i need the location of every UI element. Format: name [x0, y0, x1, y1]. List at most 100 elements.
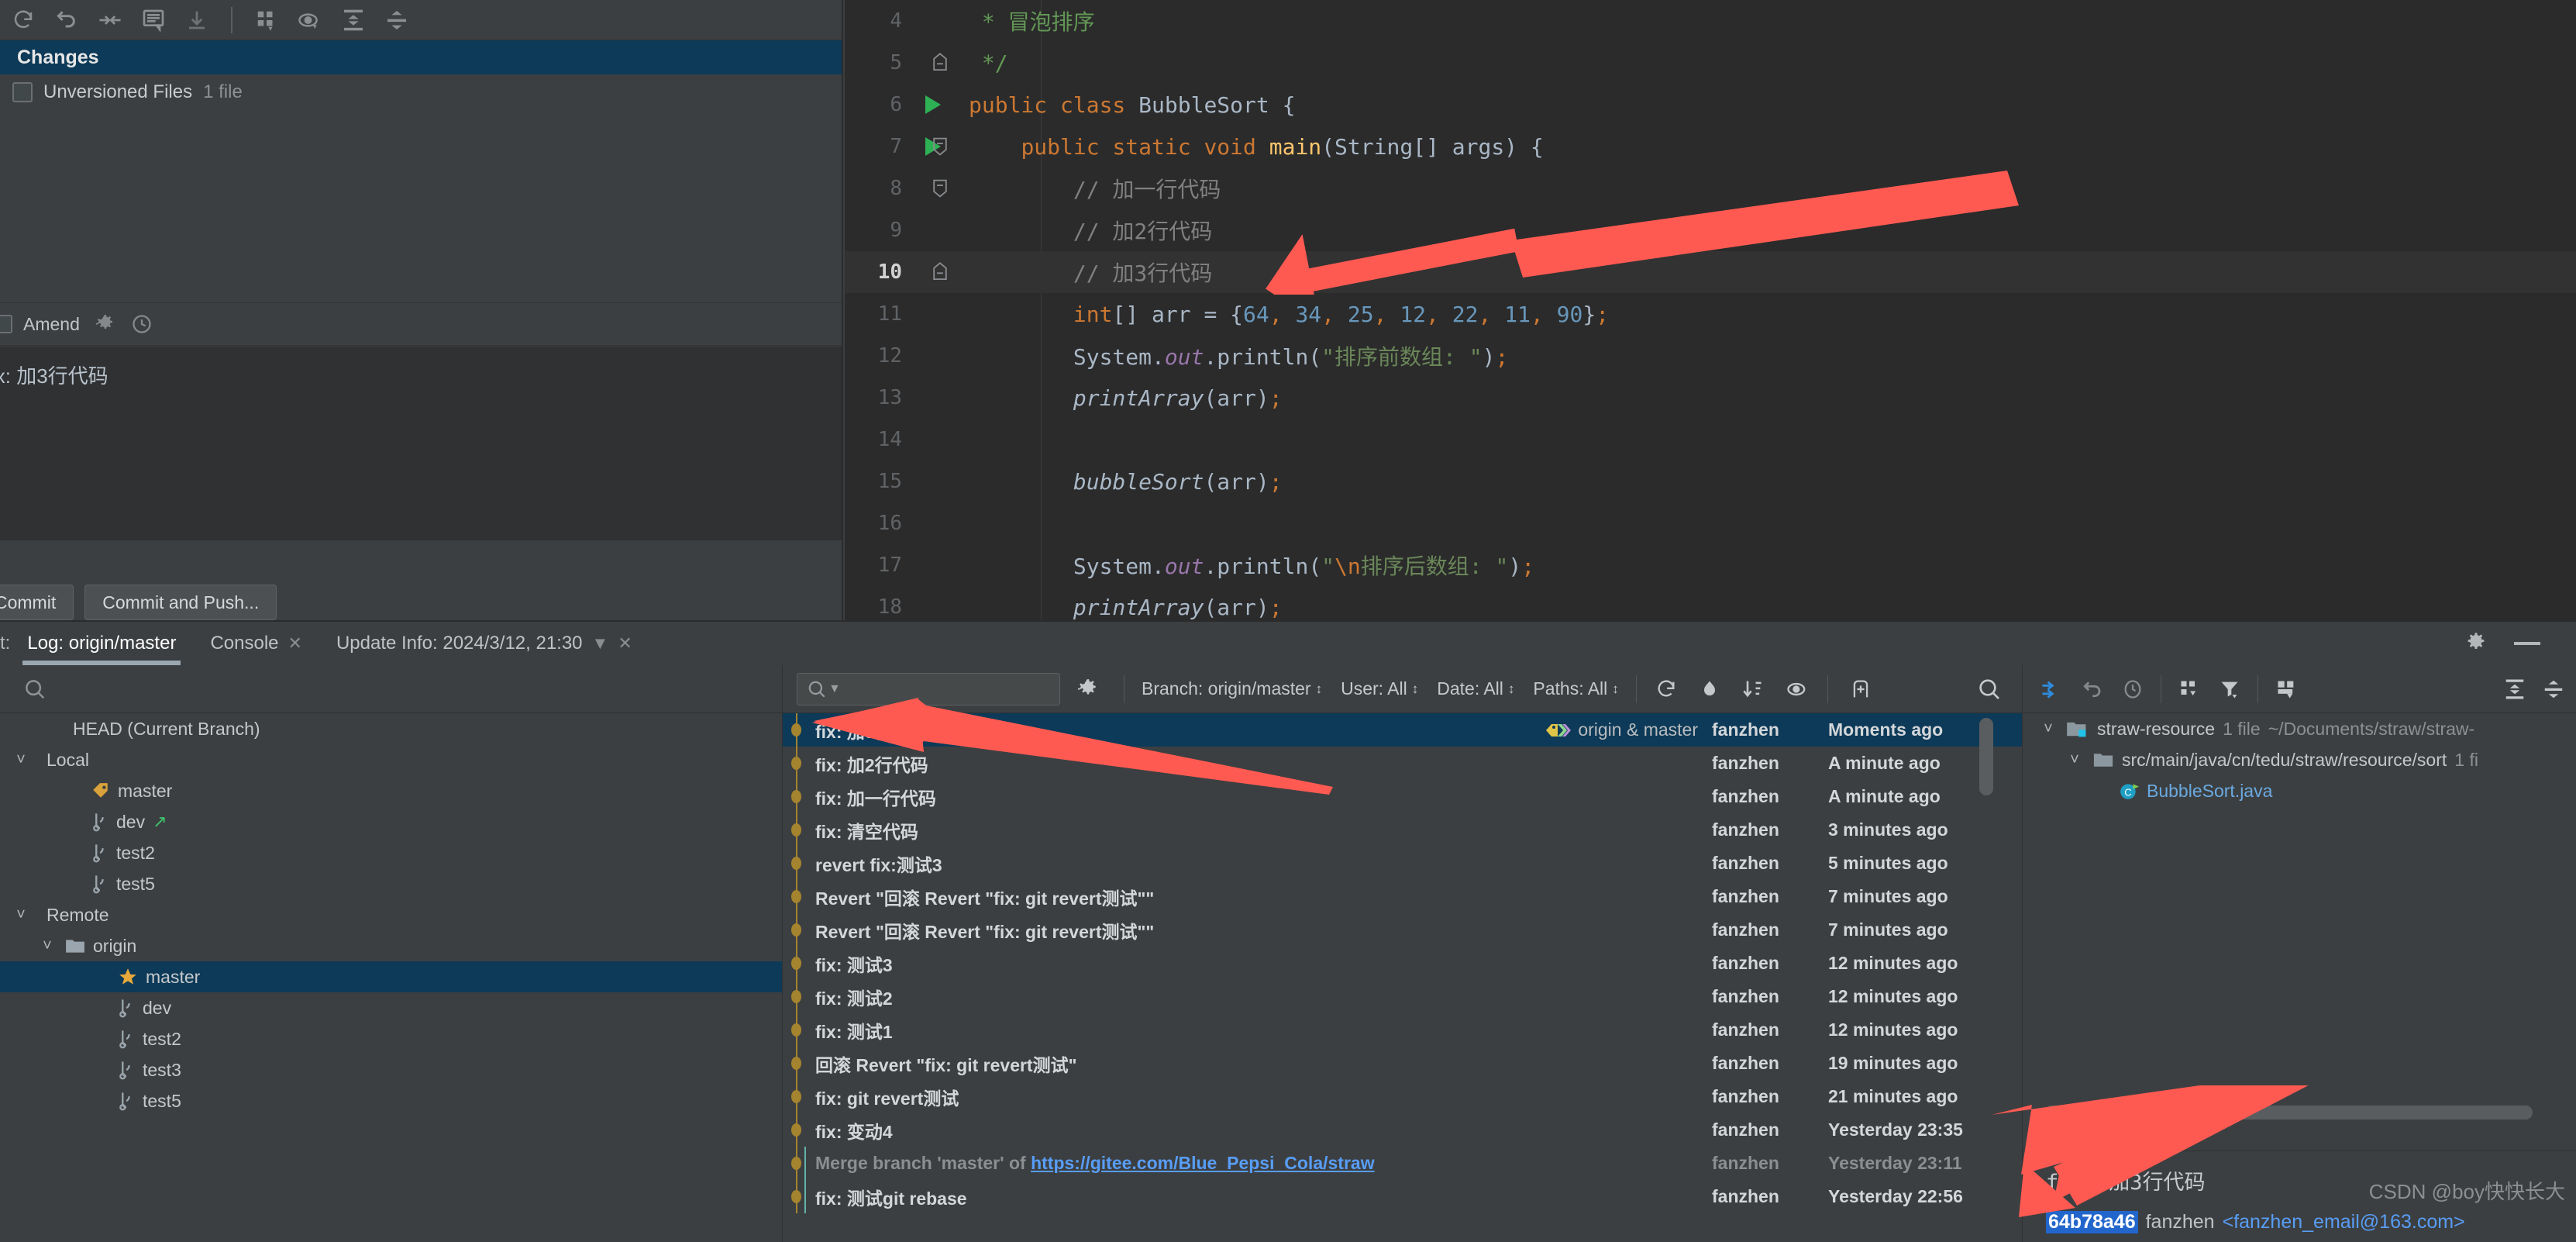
- chevron-down-icon[interactable]: ˅: [2065, 751, 2085, 769]
- commit-message-input[interactable]: ix: 加3行代码: [0, 347, 842, 540]
- branch-search[interactable]: [0, 665, 782, 713]
- history-icon[interactable]: [131, 313, 153, 335]
- close-icon[interactable]: ✕: [618, 633, 632, 654]
- unversioned-files-row[interactable]: Unversioned Files 1 file: [0, 74, 842, 110]
- fold-marker-icon[interactable]: [930, 178, 950, 198]
- expand-all-icon[interactable]: [2492, 678, 2537, 701]
- group-by-icon[interactable]: [245, 4, 288, 36]
- sort-icon[interactable]: [1731, 678, 1775, 700]
- expand-all-icon[interactable]: [332, 4, 375, 36]
- branch-tree-item[interactable]: test5: [0, 868, 782, 899]
- fold-marker-icon[interactable]: [930, 262, 950, 282]
- commit-row[interactable]: fix: 变动4 fanzhen Yesterday 23:35: [783, 1113, 2022, 1147]
- commit-row[interactable]: Revert "回滚 Revert "fix: git revert测试"" fa…: [783, 913, 2022, 947]
- changed-file-row[interactable]: ˅ straw-resource 1 file ~/Documents/straw/s…: [2023, 713, 2576, 744]
- collapse-all-icon[interactable]: [375, 4, 418, 36]
- commit-message-history-icon[interactable]: [132, 4, 175, 36]
- branch-tree-item[interactable]: dev ↗: [0, 806, 782, 837]
- chevron-down-icon[interactable]: ˅: [11, 906, 31, 924]
- branch-tree-item[interactable]: master: [0, 961, 782, 992]
- commit-row[interactable]: fix: 加3行代码 origin & master fanzhen Moments …: [783, 713, 2022, 747]
- refresh-icon[interactable]: [1644, 678, 1688, 700]
- editor-line[interactable]: 4 * 冒泡排序: [845, 0, 2576, 42]
- branch-tree-item[interactable]: test2: [0, 837, 782, 868]
- commit-row[interactable]: fix: 测试1 fanzhen 12 minutes ago: [783, 1013, 2022, 1047]
- commit-refs[interactable]: origin & master: [1545, 719, 1698, 740]
- amend-option[interactable]: Amend: [0, 314, 80, 335]
- commit-row[interactable]: fix: 加2行代码 fanzhen A minute ago: [783, 747, 2022, 780]
- show-diff-icon[interactable]: [88, 4, 132, 36]
- rollback-icon[interactable]: [45, 4, 88, 36]
- chevron-down-icon[interactable]: ˅: [11, 751, 31, 769]
- gear-icon[interactable]: [1077, 678, 1099, 700]
- editor-line[interactable]: 15 bubbleSort(arr);: [845, 461, 2576, 502]
- cherry-pick-icon[interactable]: [2030, 678, 2071, 700]
- filter-icon[interactable]: [2209, 678, 2250, 700]
- changed-file-row[interactable]: C BubbleSort.java: [2023, 775, 2576, 806]
- commit-row[interactable]: fix: 测试git rebase fanzhen Yesterday 22:56: [783, 1180, 2022, 1213]
- editor-line[interactable]: 17 System.out.println("\n排序后数组: ");: [845, 544, 2576, 586]
- editor-line[interactable]: 9 // 加2行代码: [845, 209, 2576, 251]
- editor-line[interactable]: 8 // 加一行代码: [845, 167, 2576, 209]
- revert-icon[interactable]: [2071, 678, 2113, 701]
- commit-row[interactable]: 回滚 Revert "fix: git revert测试" fanzhen 19 m…: [783, 1047, 2022, 1080]
- branch-tree-item[interactable]: dev: [0, 992, 782, 1023]
- editor-line[interactable]: 5 */: [845, 42, 2576, 84]
- branch-tree-item[interactable]: test2: [0, 1023, 782, 1054]
- commit-row[interactable]: fix: 测试3 fanzhen 12 minutes ago: [783, 947, 2022, 980]
- log-search-input[interactable]: ▼: [797, 672, 1060, 706]
- search-icon[interactable]: [1957, 677, 2022, 702]
- commit-row[interactable]: fix: 清空代码 fanzhen 3 minutes ago: [783, 813, 2022, 847]
- commit-button[interactable]: Commit: [0, 585, 74, 620]
- editor-line[interactable]: 12 System.out.println("排序前数组: ");: [845, 335, 2576, 377]
- commit-row[interactable]: revert fix:测试3 fanzhen 5 minutes ago: [783, 847, 2022, 880]
- code-editor[interactable]: 4 * 冒泡排序 5 */6 public class BubbleSort {7 …: [845, 0, 2576, 620]
- branch-tree-item[interactable]: HEAD (Current Branch): [0, 713, 782, 744]
- commit-row[interactable]: fix: 加一行代码 fanzhen A minute ago: [783, 780, 2022, 813]
- commit-url-link[interactable]: https://gitee.com/Blue_Pepsi_Cola/straw: [1031, 1153, 1375, 1173]
- tab-console[interactable]: Console ✕: [193, 622, 319, 665]
- editor-line[interactable]: 14: [845, 419, 2576, 461]
- refresh-icon[interactable]: [2, 4, 45, 36]
- commit-list[interactable]: fix: 加3行代码 origin & master fanzhen Moments …: [783, 713, 2022, 1242]
- filter-paths[interactable]: Paths: All ↕: [1524, 678, 1627, 699]
- editor-line[interactable]: 13 printArray(arr);: [845, 377, 2576, 419]
- group-by-icon[interactable]: [2169, 678, 2209, 700]
- collapse-all-icon[interactable]: [2537, 678, 2576, 701]
- commit-row[interactable]: Revert "回滚 Revert "fix: git revert测试"" fa…: [783, 880, 2022, 913]
- branch-tree-item[interactable]: ˅ origin: [0, 930, 782, 961]
- minimize-icon[interactable]: [2514, 640, 2540, 647]
- chevron-down-icon[interactable]: ▼: [592, 633, 609, 654]
- fold-marker-icon[interactable]: [930, 53, 950, 73]
- history-icon[interactable]: [2113, 678, 2153, 700]
- new-branch-icon[interactable]: [1836, 678, 1886, 701]
- branch-tree[interactable]: HEAD (Current Branch) ˅ Local master dev ↗ tes…: [0, 713, 782, 1242]
- tab-update-info[interactable]: Update Info: 2024/3/12, 21:30 ▼ ✕: [319, 622, 649, 665]
- run-gutter-icon[interactable]: [925, 95, 941, 114]
- scrollbar-vertical[interactable]: [1979, 718, 1993, 795]
- branch-tree-item[interactable]: ˅ Remote: [0, 899, 782, 930]
- fold-marker-icon[interactable]: [930, 136, 950, 157]
- gear-icon[interactable]: [95, 314, 115, 334]
- preview-diff-icon[interactable]: [288, 4, 332, 36]
- changed-file-row[interactable]: ˅ src/main/java/cn/tedu/straw/resource/so…: [2023, 744, 2576, 775]
- commit-detail-email[interactable]: <fanzhen_email@163.com>: [2223, 1211, 2465, 1233]
- commit-and-push-button[interactable]: Commit and Push...: [84, 585, 277, 620]
- commit-row[interactable]: Merge branch 'master' of https://gitee.c…: [783, 1147, 2022, 1180]
- commit-row[interactable]: fix: 测试2 fanzhen 12 minutes ago: [783, 980, 2022, 1013]
- editor-line[interactable]: 18 printArray(arr);: [845, 586, 2576, 620]
- editor-line[interactable]: 10 // 加3行代码: [845, 251, 2576, 293]
- filter-branch[interactable]: Branch: origin/master ↕: [1132, 678, 1331, 699]
- tab-log[interactable]: Log: origin/master: [10, 622, 193, 665]
- branch-tree-item[interactable]: ˅ Local: [0, 744, 782, 775]
- editor-line[interactable]: 16: [845, 502, 2576, 544]
- editor-line[interactable]: 11 int[] arr = {64, 34, 25, 12, 22, 11, …: [845, 293, 2576, 335]
- show-details-icon[interactable]: [1775, 679, 1820, 699]
- chevron-down-icon[interactable]: ˅: [37, 937, 57, 955]
- branch-tree-item[interactable]: test3: [0, 1054, 782, 1085]
- chevron-down-icon[interactable]: ▼: [828, 682, 841, 696]
- chevron-down-icon[interactable]: ˅: [2038, 720, 2058, 738]
- unversioned-checkbox[interactable]: [12, 82, 33, 102]
- close-icon[interactable]: ✕: [288, 633, 302, 654]
- commit-row[interactable]: fix: git revert测试 fanzhen 21 minutes ago: [783, 1080, 2022, 1113]
